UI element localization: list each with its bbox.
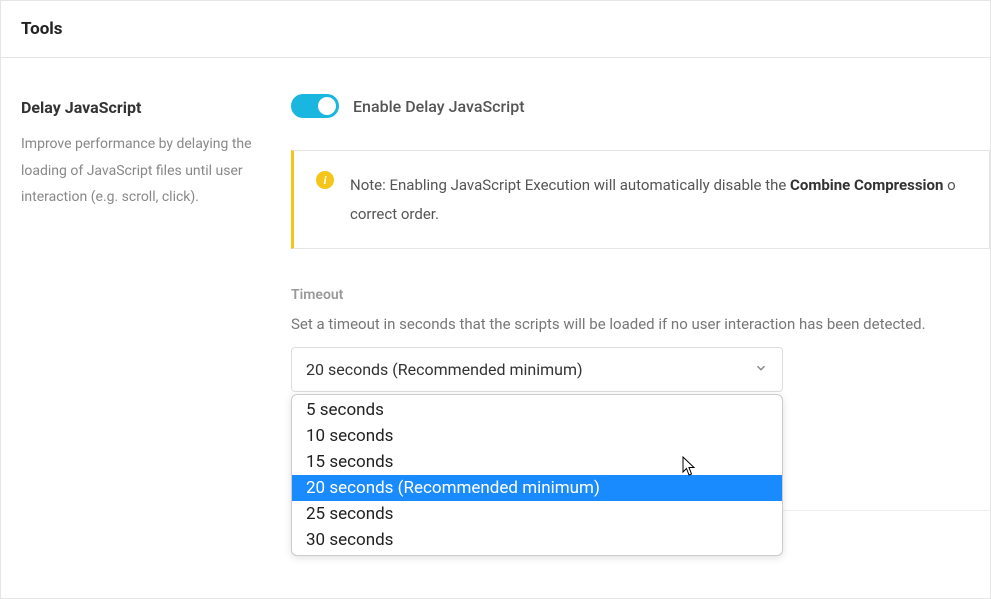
- info-icon: i: [316, 171, 334, 189]
- chevron-down-icon: [754, 361, 768, 379]
- timeout-select-value: 20 seconds (Recommended minimum): [306, 360, 583, 379]
- panel-header: Tools: [1, 1, 990, 58]
- enable-toggle-row: Enable Delay JavaScript: [291, 94, 990, 118]
- toggle-knob: [318, 97, 336, 115]
- section-info: Delay JavaScript Improve performance by …: [1, 58, 291, 392]
- timeout-option[interactable]: 10 seconds: [292, 423, 782, 449]
- settings-panel: Tools Delay JavaScript Improve performan…: [0, 0, 991, 599]
- section-controls: Enable Delay JavaScript i Note: Enabling…: [291, 58, 990, 392]
- timeout-option[interactable]: 15 seconds: [292, 449, 782, 475]
- timeout-select-wrapper: 20 seconds (Recommended minimum) 5 secon…: [291, 347, 990, 392]
- enable-delay-js-toggle[interactable]: [291, 94, 339, 118]
- timeout-select[interactable]: 20 seconds (Recommended minimum): [291, 347, 783, 392]
- note-box: i Note: Enabling JavaScript Execution wi…: [291, 150, 990, 249]
- timeout-description: Set a timeout in seconds that the script…: [291, 315, 990, 333]
- timeout-dropdown[interactable]: 5 seconds10 seconds15 seconds20 seconds …: [291, 394, 783, 556]
- timeout-option[interactable]: 30 seconds: [292, 527, 782, 553]
- timeout-option[interactable]: 20 seconds (Recommended minimum): [292, 475, 782, 501]
- timeout-option[interactable]: 5 seconds: [292, 397, 782, 423]
- section-title: Delay JavaScript: [21, 98, 271, 117]
- toggle-label: Enable Delay JavaScript: [353, 97, 525, 116]
- section-description: Improve performance by delaying the load…: [21, 131, 271, 211]
- panel-body: Delay JavaScript Improve performance by …: [1, 58, 990, 392]
- page-title: Tools: [21, 19, 970, 39]
- timeout-label: Timeout: [291, 287, 990, 303]
- note-text: Note: Enabling JavaScript Execution will…: [350, 171, 956, 228]
- timeout-option[interactable]: 25 seconds: [292, 501, 782, 527]
